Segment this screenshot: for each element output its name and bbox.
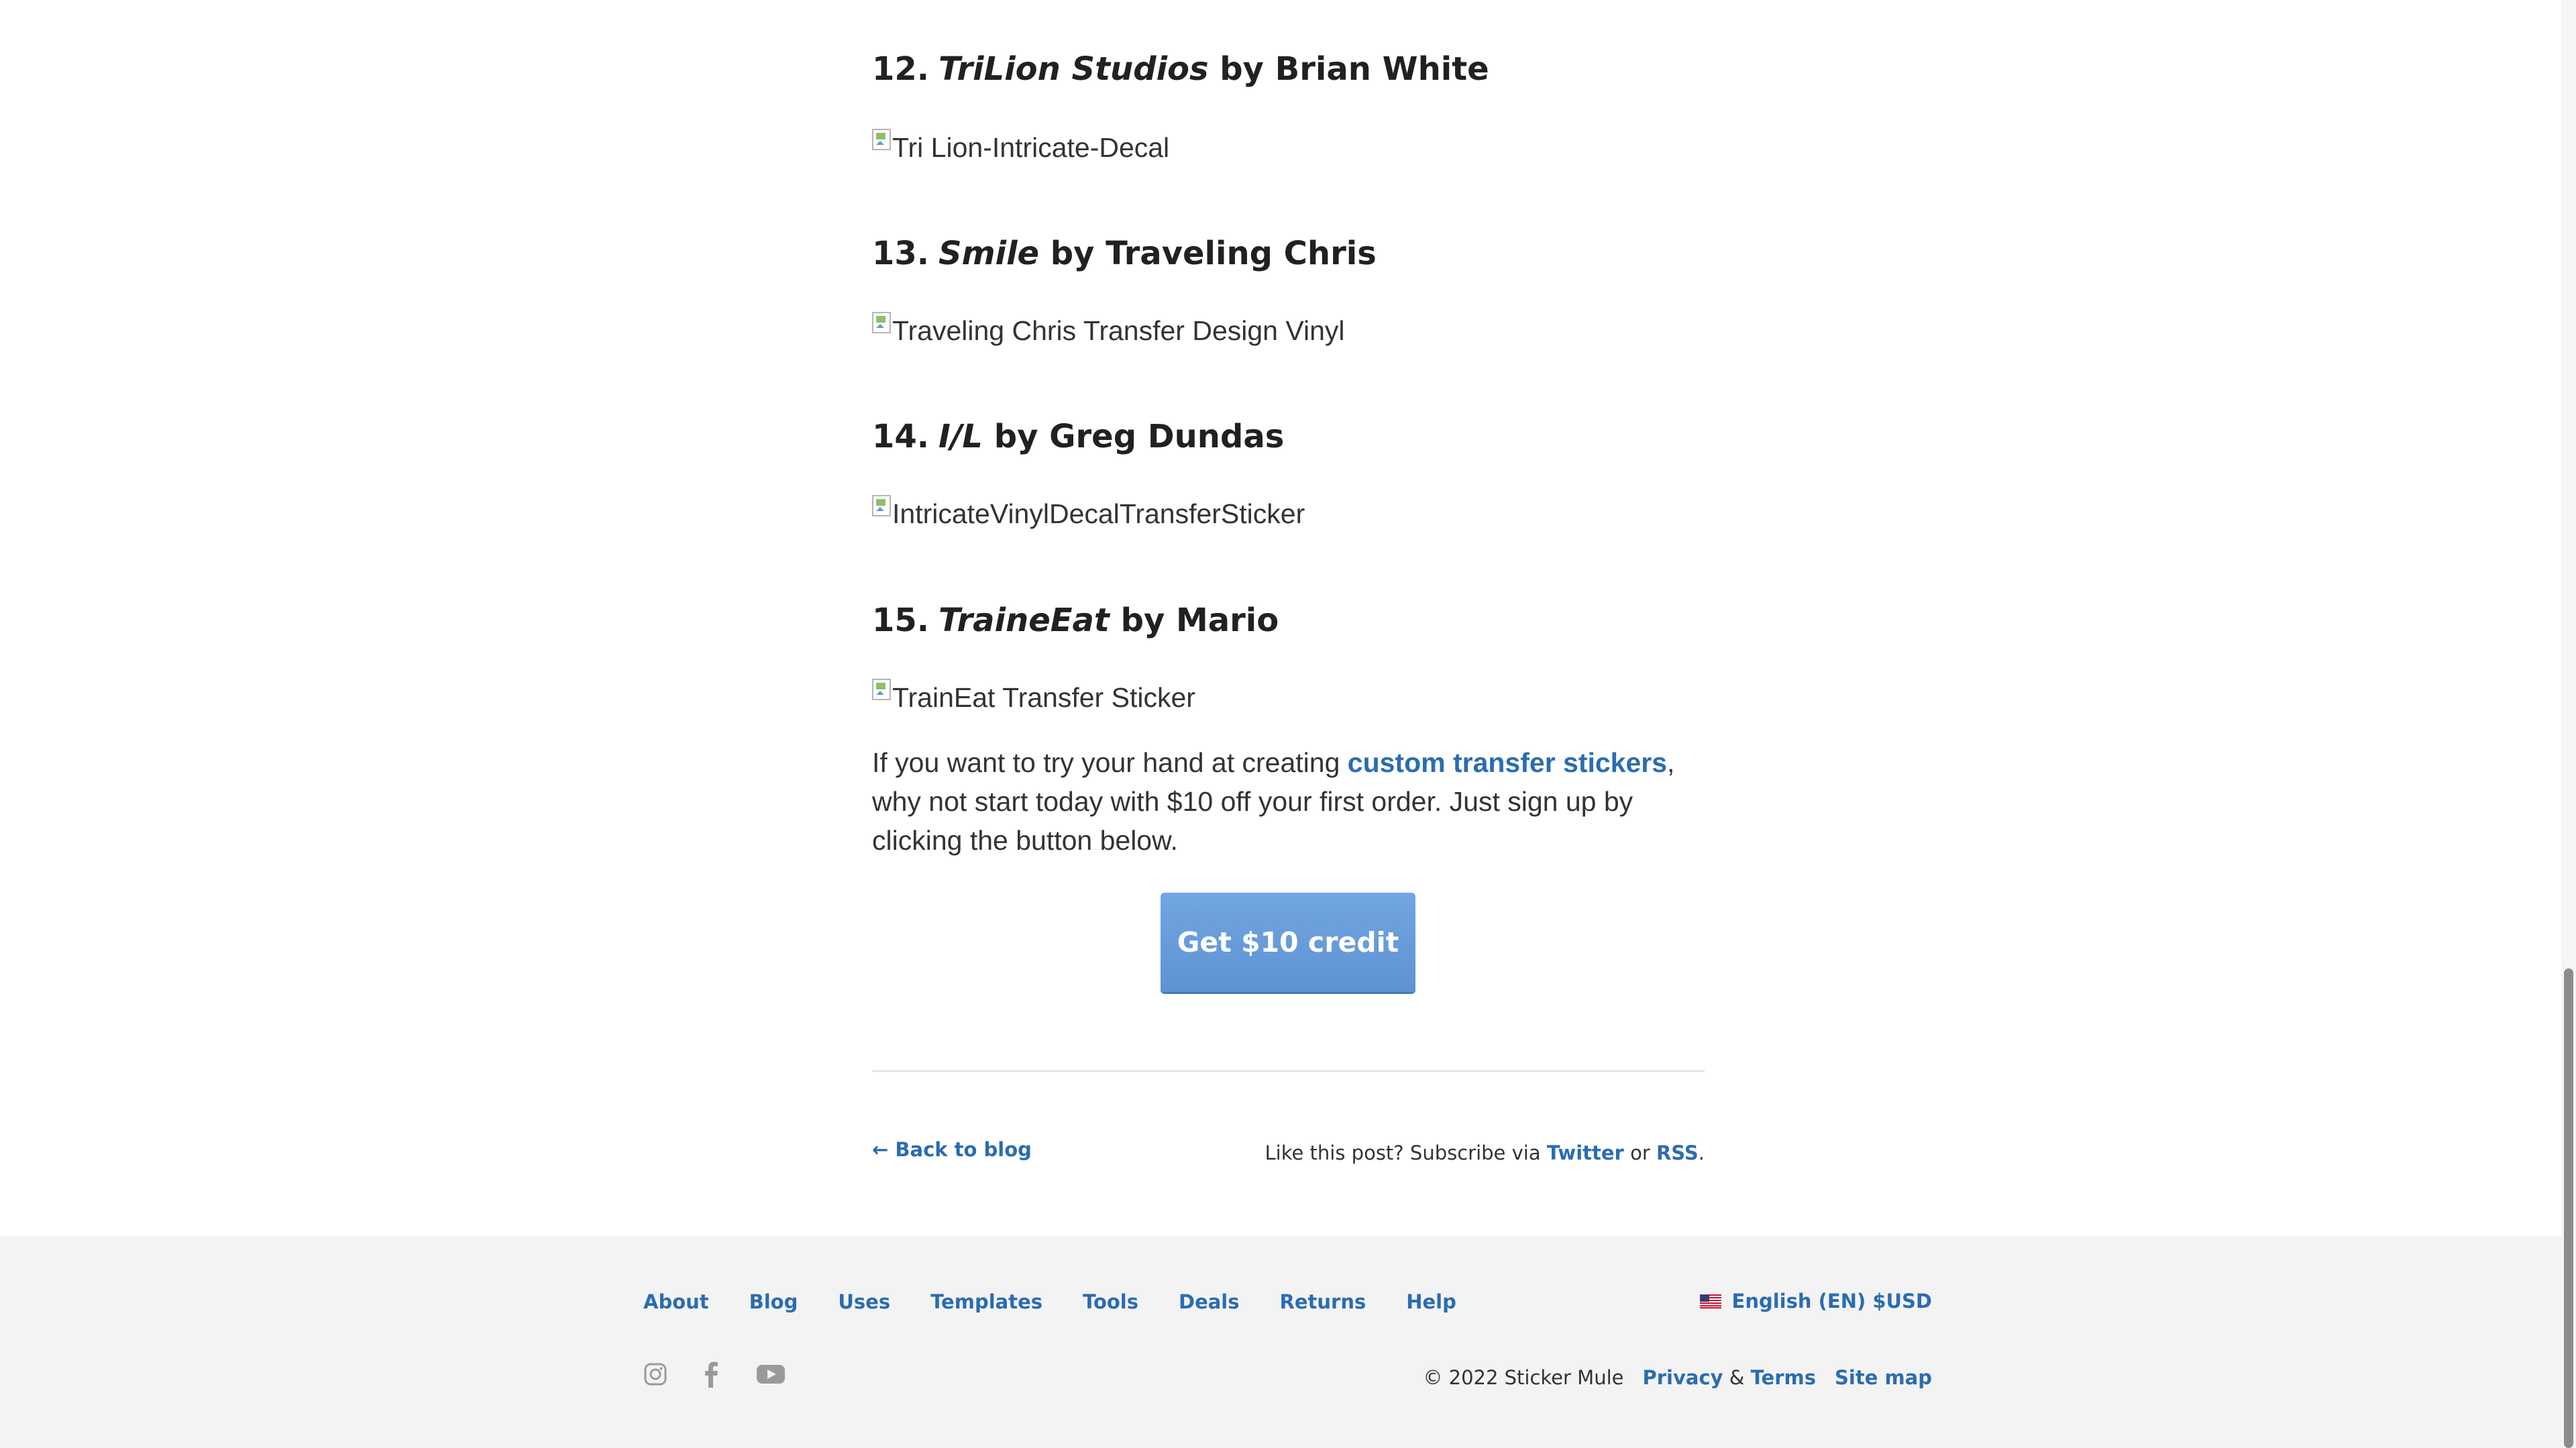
scrollbar-thumb[interactable] <box>2564 968 2573 1448</box>
entry-heading: 14. I/L by Greg Dundas <box>872 421 1284 453</box>
us-flag-icon <box>1699 1294 1721 1308</box>
entry-image: Traveling Chris Transfer Design Vinyl <box>872 311 1345 346</box>
entry-image-alt: IntricateVinylDecalTransferSticker <box>892 498 1305 529</box>
footer-link-tools[interactable]: Tools <box>1083 1292 1138 1312</box>
entry-image-alt: TrainEat Transfer Sticker <box>892 682 1195 713</box>
locale-selector[interactable]: English (EN) $USD <box>1699 1290 1932 1313</box>
entry-byline: by Brian White <box>1220 50 1489 88</box>
entry-number: 13. <box>872 235 930 272</box>
broken-image-icon <box>872 494 891 516</box>
entry-heading: 12. TriLion Studios by Brian White <box>872 53 1489 85</box>
copyright-line: © 2022 Sticker Mule Privacy & Terms Site m… <box>1423 1368 1932 1388</box>
youtube-link[interactable] <box>756 1363 786 1388</box>
entry-number: 12. <box>872 50 930 88</box>
privacy-link[interactable]: Privacy <box>1642 1366 1723 1389</box>
cta-paragraph: If you want to try your hand at creating… <box>872 743 1705 860</box>
entry-image-alt: Traveling Chris Transfer Design Vinyl <box>892 315 1345 346</box>
terms-link[interactable]: Terms <box>1751 1366 1816 1389</box>
social-links <box>643 1361 818 1391</box>
get-credit-button[interactable]: Get $10 credit <box>1161 893 1415 992</box>
divider <box>872 1070 1705 1072</box>
broken-image-icon <box>872 311 891 333</box>
entry-image: TrainEat Transfer Sticker <box>872 678 1195 713</box>
scrollbar[interactable] <box>2561 0 2576 1448</box>
footer-link-help[interactable]: Help <box>1406 1292 1456 1312</box>
instagram-link[interactable] <box>643 1362 667 1390</box>
subscribe-end: . <box>1698 1141 1705 1164</box>
subscribe-line: Like this post? Subscribe via Twitter or… <box>1265 1144 1705 1163</box>
footer-nav: About Blog Uses Templates Tools Deals Re… <box>643 1292 1497 1312</box>
entry-title: TraineEat <box>938 602 1110 639</box>
youtube-icon <box>757 1365 785 1384</box>
locale-label: English (EN) $USD <box>1731 1290 1932 1313</box>
footer-link-returns[interactable]: Returns <box>1280 1292 1366 1312</box>
facebook-link[interactable] <box>700 1361 724 1391</box>
twitter-link[interactable]: Twitter <box>1547 1141 1624 1164</box>
copyright-text: © 2022 Sticker Mule <box>1423 1366 1624 1389</box>
entry-heading: 13. Smile by Traveling Chris <box>872 237 1377 270</box>
page: 12. TriLion Studios by Brian White Tri Li… <box>0 0 2576 1448</box>
entry-byline: by Mario <box>1120 602 1279 639</box>
subscribe-prefix: Like this post? Subscribe via <box>1265 1141 1547 1164</box>
entry-title: I/L <box>938 418 983 455</box>
entry-image-alt: Tri Lion-Intricate-Decal <box>892 132 1170 163</box>
custom-transfer-stickers-link[interactable]: custom transfer stickers <box>1348 747 1667 778</box>
broken-image-icon <box>872 678 891 700</box>
cta-text-before: If you want to try your hand at creating <box>872 747 1348 778</box>
entry-number: 15. <box>872 602 930 639</box>
entry-byline: by Traveling Chris <box>1050 235 1377 272</box>
rss-link[interactable]: RSS <box>1656 1141 1699 1164</box>
entry-heading: 15. TraineEat by Mario <box>872 604 1279 636</box>
entry-number: 14. <box>872 418 930 455</box>
footer-link-templates[interactable]: Templates <box>930 1292 1042 1312</box>
entry-title: Smile <box>938 235 1040 272</box>
subscribe-or: or <box>1623 1141 1656 1164</box>
entry-image: IntricateVinylDecalTransferSticker <box>872 494 1305 529</box>
instagram-icon <box>644 1363 667 1386</box>
footer-link-uses[interactable]: Uses <box>838 1292 890 1312</box>
broken-image-icon <box>872 128 891 150</box>
footer-link-blog[interactable]: Blog <box>749 1292 798 1312</box>
entry-byline: by Greg Dundas <box>994 418 1285 455</box>
site-map-link[interactable]: Site map <box>1835 1366 1932 1389</box>
site-footer: About Blog Uses Templates Tools Deals Re… <box>0 1236 2576 1448</box>
facebook-icon <box>705 1361 718 1388</box>
footer-link-deals[interactable]: Deals <box>1179 1292 1240 1312</box>
back-to-blog-link[interactable]: ← Back to blog <box>872 1140 1032 1160</box>
footer-link-about[interactable]: About <box>643 1292 709 1312</box>
entry-image: Tri Lion-Intricate-Decal <box>872 128 1170 163</box>
entry-title: TriLion Studios <box>938 50 1209 88</box>
amp-text: & <box>1723 1366 1751 1389</box>
